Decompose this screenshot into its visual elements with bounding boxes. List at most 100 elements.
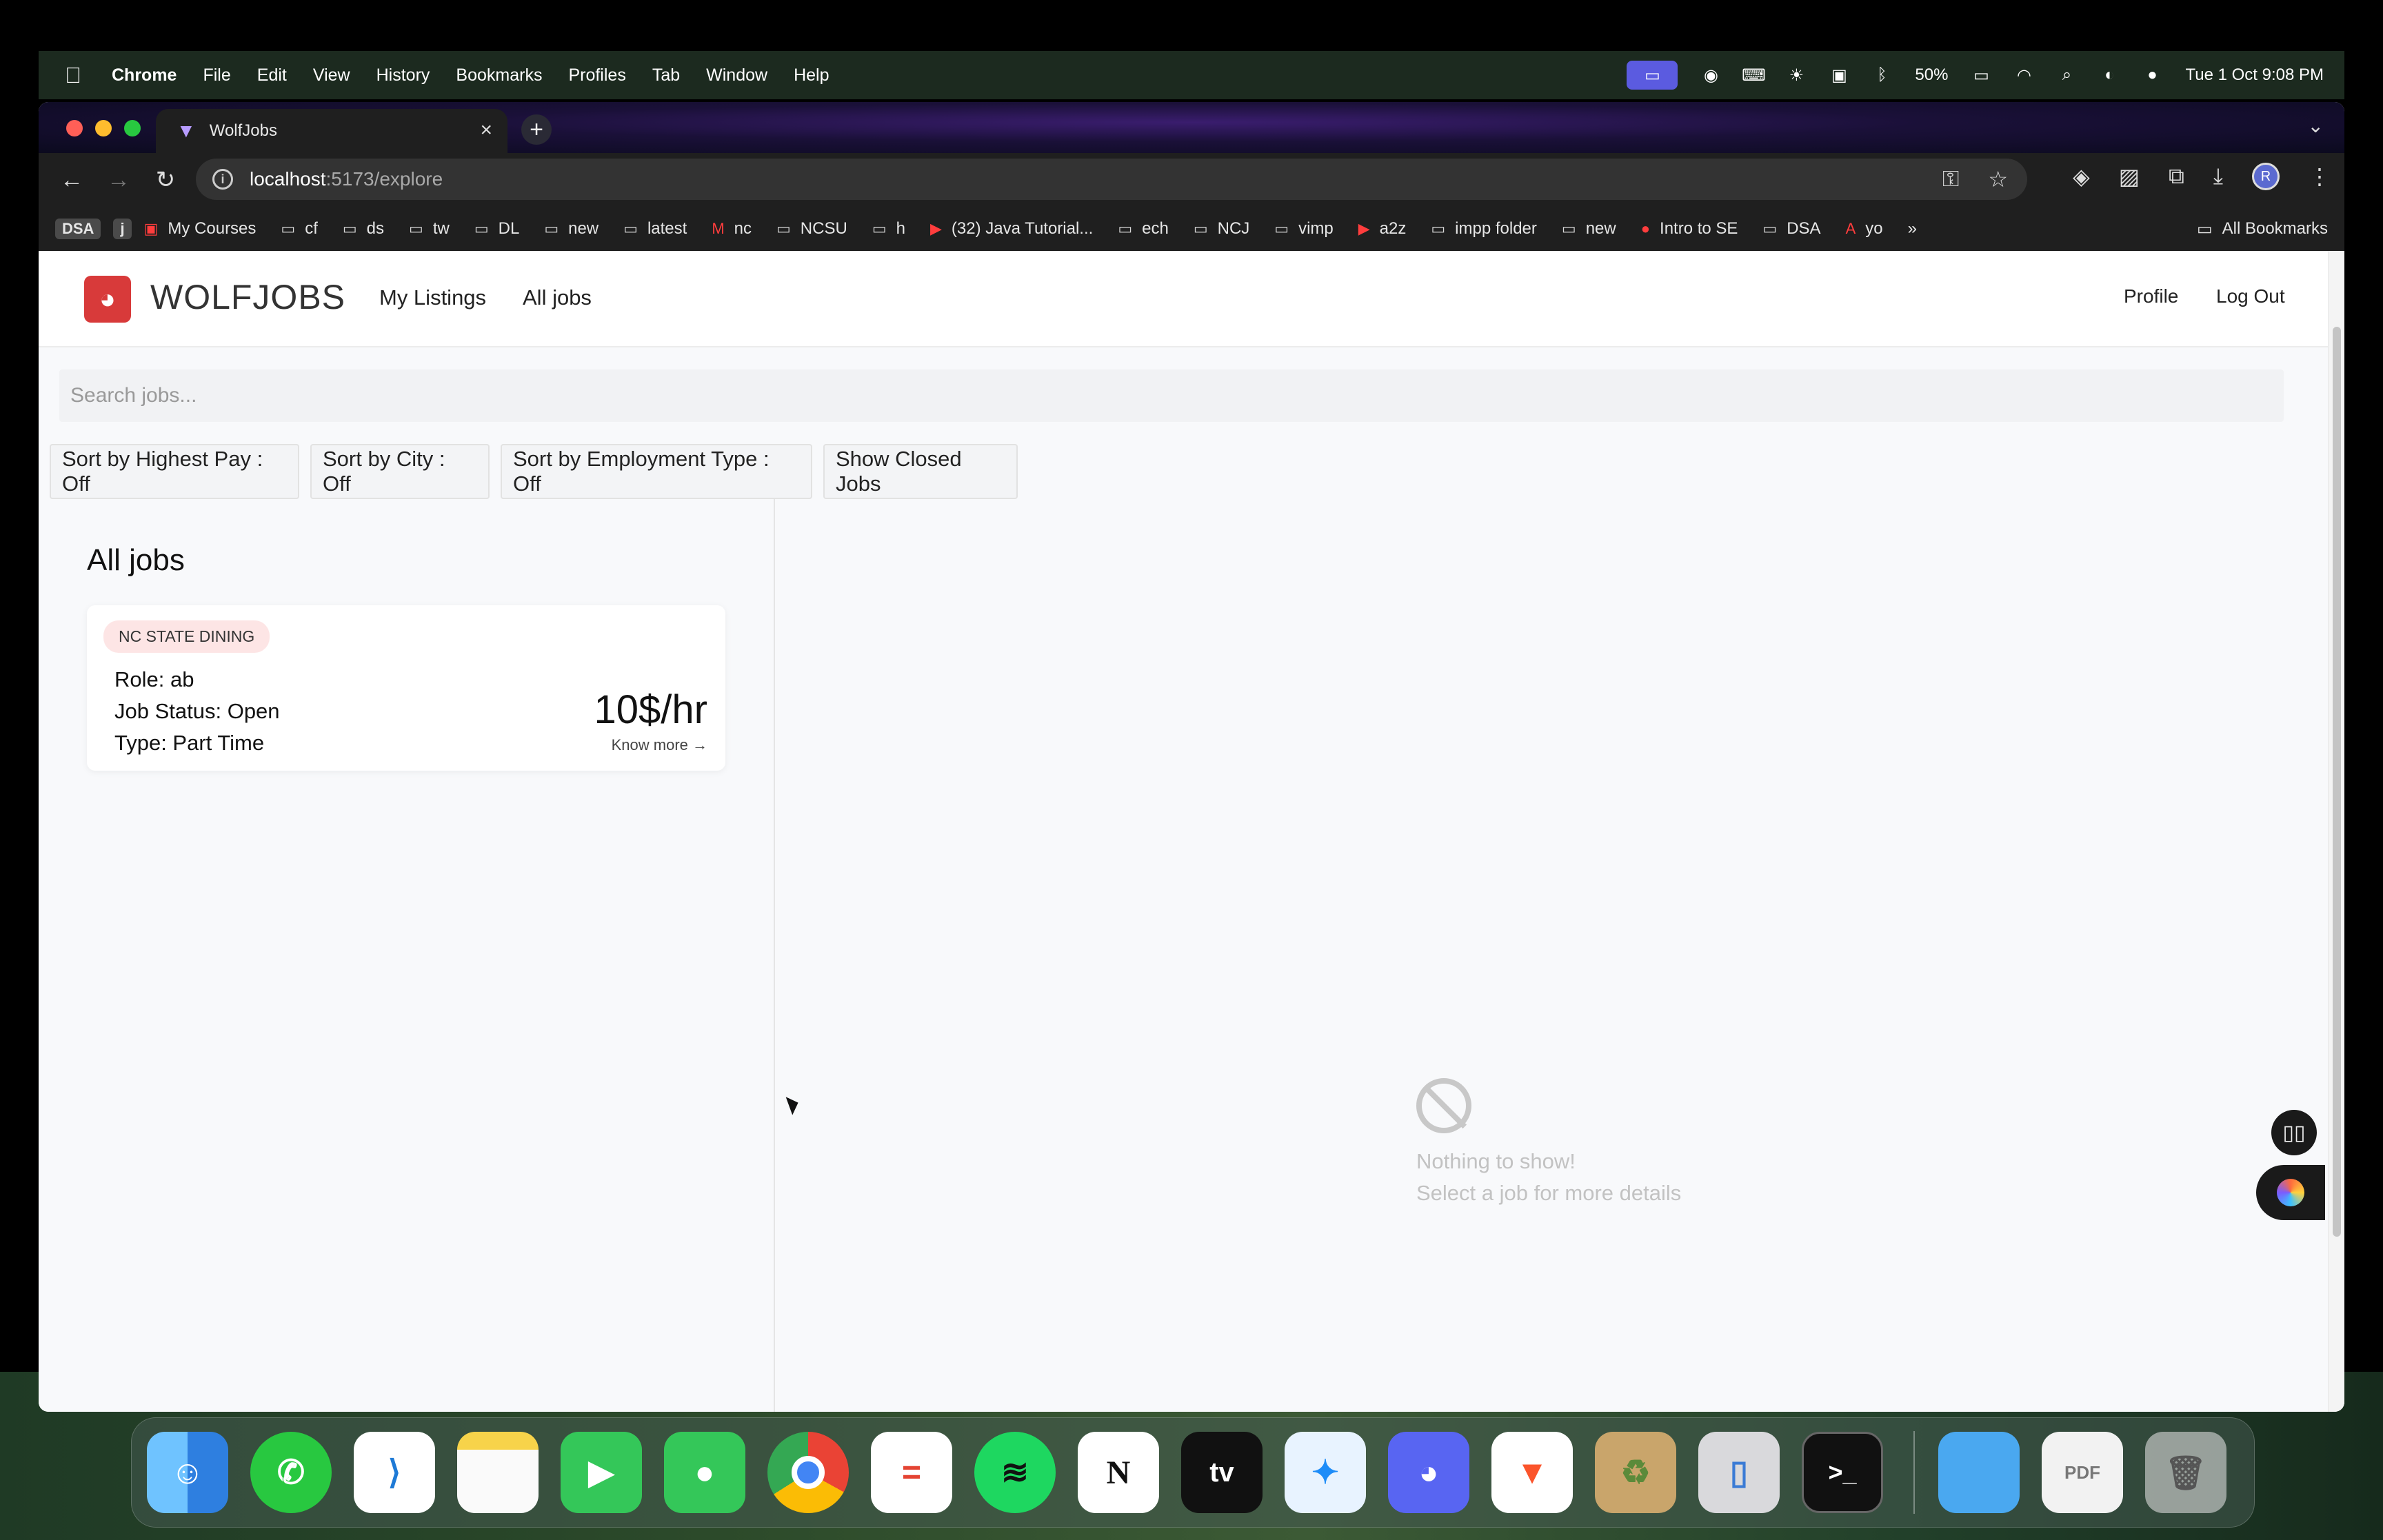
messages-icon[interactable]: ●: [664, 1432, 745, 1513]
site-info-icon[interactable]: i: [212, 169, 233, 190]
downloads-icon[interactable]: ⤓: [2213, 163, 2223, 190]
bookmark-folder[interactable]: ▭ latest: [623, 219, 687, 239]
menu-app-name[interactable]: Chrome: [112, 65, 177, 85]
bookmark-intro-to-se[interactable]: ● Intro to SE: [1641, 219, 1738, 239]
back-icon[interactable]: ←: [58, 167, 86, 194]
notion-icon[interactable]: N: [1078, 1432, 1159, 1513]
menu-tab[interactable]: Tab: [652, 65, 680, 85]
bookmark-youtube[interactable]: ▶ a2z: [1358, 219, 1407, 239]
pdf-document-icon[interactable]: PDF: [2042, 1432, 2123, 1513]
bookmark-folder[interactable]: ▭ cf: [281, 219, 317, 239]
bookmark-folder[interactable]: ▭ ech: [1118, 219, 1169, 239]
close-window-button[interactable]: [66, 120, 83, 136]
bookmark-folder[interactable]: ▭ vimp: [1274, 219, 1333, 239]
spotlight-search-icon[interactable]: ⌕: [2057, 65, 2076, 85]
menu-file[interactable]: File: [203, 65, 230, 85]
wifi-icon[interactable]: ◠: [2014, 65, 2033, 85]
facetime-icon[interactable]: ▶: [561, 1432, 642, 1513]
extension-icon[interactable]: ◈: [2073, 163, 2090, 190]
nav-all-jobs[interactable]: All jobs: [523, 285, 592, 310]
brave-icon[interactable]: ▼: [1491, 1432, 1573, 1513]
wolfjobs-logo-icon[interactable]: ◕: [84, 276, 131, 323]
sort-city-button[interactable]: Sort by City : Off: [310, 444, 490, 499]
bookmark-folder[interactable]: ▭ new: [1562, 219, 1616, 239]
extensions-puzzle-icon[interactable]: ⧉: [2169, 163, 2184, 190]
sort-employment-type-button[interactable]: Sort by Employment Type : Off: [501, 444, 812, 499]
forward-icon[interactable]: →: [105, 167, 132, 194]
job-card[interactable]: NC STATE DINING Role: ab Job Status: Ope…: [87, 605, 725, 771]
bookmark-star-icon[interactable]: ☆: [1988, 166, 2008, 192]
page-scrollbar[interactable]: [2328, 251, 2344, 1412]
control-center-icon[interactable]: ◐: [2100, 65, 2119, 85]
scrollbar-thumb[interactable]: [2333, 327, 2341, 1237]
brightness-icon[interactable]: ☀: [1787, 65, 1806, 85]
zoom-window-button[interactable]: [124, 120, 141, 136]
bookmark-gmail[interactable]: Mnc: [712, 219, 752, 239]
bookmark-youtube[interactable]: ▶ (32) Java Tutorial...: [930, 219, 1093, 239]
extension-2-icon[interactable]: ▨: [2119, 163, 2140, 190]
apple-tv-icon[interactable]: tv: [1181, 1432, 1263, 1513]
bookmark-folder[interactable]: ▭ tw: [409, 219, 450, 239]
notes-icon[interactable]: [457, 1432, 539, 1513]
siri-icon[interactable]: ●: [2142, 65, 2162, 85]
record-icon[interactable]: ◉: [1701, 65, 1720, 85]
nav-log-out[interactable]: Log Out: [2216, 285, 2285, 307]
bookmark-folder[interactable]: ▭ NCSU: [776, 219, 847, 239]
menu-view[interactable]: View: [313, 65, 350, 85]
menu-profiles[interactable]: Profiles: [568, 65, 625, 85]
vscode-icon[interactable]: ⟩: [354, 1432, 435, 1513]
bluetooth-icon[interactable]: ᛒ: [1872, 65, 1891, 85]
reader-mode-icon[interactable]: ▯▯: [2271, 1110, 2317, 1155]
sort-highest-pay-button[interactable]: Sort by Highest Pay : Off: [50, 444, 299, 499]
bookmark-dsa-tag[interactable]: DSA: [55, 219, 101, 239]
bookmark-folder[interactable]: ▭ ds: [343, 219, 384, 239]
bookmark-folder[interactable]: ▭ h: [872, 219, 905, 239]
keyboard-icon[interactable]: ⌨: [1742, 65, 1766, 85]
minimize-window-button[interactable]: [95, 120, 112, 136]
discord-icon[interactable]: ◕: [1388, 1432, 1469, 1513]
bookmark-folder[interactable]: ▭ impp folder: [1431, 219, 1537, 239]
bookmark-folder[interactable]: ▭ DSA: [1762, 219, 1820, 239]
search-input[interactable]: Search jobs...: [59, 369, 2284, 422]
trash-icon[interactable]: 🗑: [2145, 1432, 2226, 1513]
bookmark-folder[interactable]: ▭ new: [544, 219, 599, 239]
spotify-icon[interactable]: ≋: [974, 1432, 1056, 1513]
terminal-icon[interactable]: >_: [1802, 1432, 1883, 1513]
menu-clock[interactable]: Tue 1 Oct 9:08 PM: [2185, 65, 2324, 85]
tab-search-chevron-icon[interactable]: ⌄: [2308, 114, 2324, 137]
know-more-link[interactable]: Know more →: [612, 736, 707, 754]
display-icon[interactable]: ▣: [1829, 65, 1849, 85]
todoist-icon[interactable]: =: [871, 1432, 952, 1513]
menu-help[interactable]: Help: [794, 65, 829, 85]
brand-name[interactable]: WOLFJOBS: [150, 277, 345, 317]
nav-profile[interactable]: Profile: [2124, 285, 2178, 307]
bookmark-folder[interactable]: ▭ NCJ: [1194, 219, 1249, 239]
show-closed-jobs-button[interactable]: Show Closed Jobs: [823, 444, 1018, 499]
folder-icon[interactable]: [1938, 1432, 2020, 1513]
iphone-mirroring-icon[interactable]: ▯: [1698, 1432, 1780, 1513]
whatsapp-icon[interactable]: ✆: [250, 1432, 332, 1513]
menu-window[interactable]: Window: [706, 65, 767, 85]
address-bar[interactable]: i localhost:5173/explore ⚿ ☆: [196, 159, 2027, 200]
all-bookmarks[interactable]: ▭ All Bookmarks: [2197, 207, 2328, 251]
safari-icon[interactable]: ✦: [1285, 1432, 1366, 1513]
menu-bookmarks[interactable]: Bookmarks: [456, 65, 542, 85]
assistant-extension-button[interactable]: [2256, 1165, 2325, 1220]
recycle-app-icon[interactable]: ♻: [1595, 1432, 1676, 1513]
bookmark-folder[interactable]: ▭ DL: [474, 219, 519, 239]
bookmark-my-courses[interactable]: ▣ My Courses: [144, 219, 257, 239]
chrome-icon[interactable]: [767, 1432, 849, 1513]
bookmarks-overflow-icon[interactable]: »: [1908, 219, 1917, 239]
finder-icon[interactable]: ☺: [147, 1432, 228, 1513]
new-tab-button[interactable]: +: [521, 114, 552, 145]
tab-wolfjobs[interactable]: ▼ WolfJobs ×: [156, 109, 507, 153]
apple-icon[interactable]: : [65, 63, 81, 88]
screen-share-icon[interactable]: ▭: [1627, 61, 1678, 90]
reload-icon[interactable]: ↻: [152, 166, 179, 194]
bookmark-j-tag[interactable]: j: [113, 219, 132, 239]
menu-edit[interactable]: Edit: [257, 65, 287, 85]
bookmark-yo[interactable]: Ayo: [1846, 219, 1883, 239]
browser-menu-icon[interactable]: ⋮: [2309, 163, 2331, 190]
profile-avatar[interactable]: R: [2252, 163, 2280, 190]
battery-icon[interactable]: ▭: [1971, 65, 1991, 85]
